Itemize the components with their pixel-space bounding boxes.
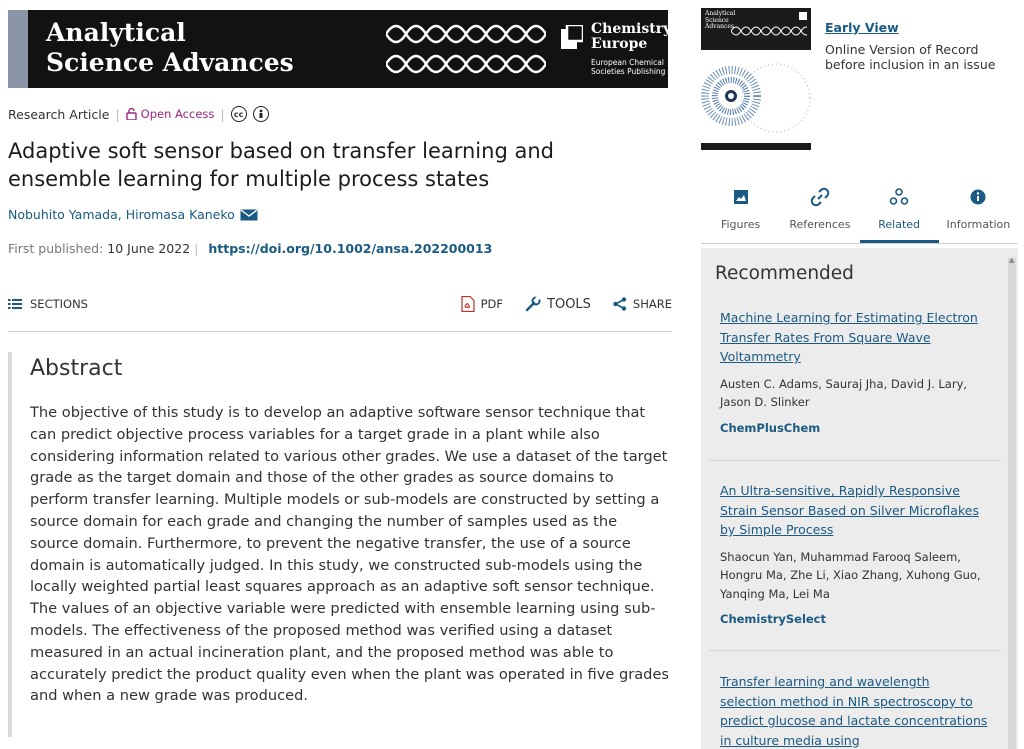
- share-icon: [613, 297, 627, 311]
- cover-publisher-logo-icon: [799, 12, 807, 20]
- tab-figures[interactable]: Figures: [701, 184, 780, 243]
- recommended-item: An Ultra-sensitive, Rapidly Responsive S…: [720, 481, 988, 626]
- open-access-badge[interactable]: Open Access: [125, 107, 215, 121]
- tab-references-label: References: [789, 218, 851, 231]
- link-icon: [810, 184, 830, 210]
- article-type-label: Research Article: [8, 106, 110, 122]
- banner-accent-stripe: [8, 10, 28, 88]
- separator: |: [220, 106, 225, 122]
- chemistry-europe-logo-icon: [561, 25, 583, 49]
- sidebar-tabs: Figures References Related Information: [701, 184, 1018, 244]
- recommended-item: Machine Learning for Estimating Electron…: [720, 308, 988, 435]
- cc-icon[interactable]: cc: [230, 106, 247, 122]
- author-list[interactable]: Nobuhito Yamada, Hiromasa Kaneko: [8, 207, 258, 222]
- recommended-title-link[interactable]: An Ultra-sensitive, Rapidly Responsive S…: [720, 481, 988, 540]
- tab-references[interactable]: References: [780, 184, 859, 243]
- wrench-icon: [525, 296, 541, 312]
- pdf-button[interactable]: PDF: [461, 296, 503, 312]
- article-toolbar: SECTIONS PDF TOOLS SHARE: [8, 293, 672, 315]
- publisher-sub-line2: Societies Publishing: [591, 67, 666, 76]
- published-date: 10 June 2022: [107, 241, 191, 256]
- info-icon: [970, 184, 986, 210]
- unlock-icon: [125, 108, 137, 120]
- share-button[interactable]: SHARE: [613, 297, 672, 311]
- tab-related[interactable]: Related: [859, 184, 939, 243]
- recommended-heading: Recommended: [715, 263, 854, 284]
- tools-button[interactable]: TOOLS: [525, 296, 591, 312]
- tab-information-label: Information: [946, 218, 1011, 231]
- recommended-journal: ChemPlusChem: [720, 420, 821, 435]
- sections-button[interactable]: SECTIONS: [8, 297, 88, 311]
- image-icon: [733, 184, 749, 210]
- publisher-name: Chemistry Europe: [591, 22, 668, 52]
- publication-info: First published: 10 June 2022 | https://…: [8, 241, 492, 256]
- pdf-label: PDF: [480, 297, 504, 311]
- related-icon: [889, 184, 909, 210]
- journal-cover-image[interactable]: Analytical Science Advances: [701, 8, 811, 150]
- share-label: SHARE: [632, 297, 672, 311]
- publisher-subtitle: European Chemical Societies Publishing: [591, 58, 665, 76]
- recommended-journal: ChemistrySelect: [720, 612, 826, 626]
- envelope-icon[interactable]: [240, 208, 258, 221]
- recommended-authors: Austen C. Adams, Sauraj Jha, David J. La…: [720, 376, 968, 410]
- recommended-title-link[interactable]: Machine Learning for Estimating Electron…: [720, 308, 988, 367]
- pdf-file-icon: [461, 296, 475, 312]
- scroll-up-arrow-icon[interactable]: ▲: [1009, 256, 1014, 264]
- journal-banner[interactable]: Analytical Science Advances Chemistry Eu…: [8, 10, 668, 88]
- recommended-title-link[interactable]: Transfer learning and wavelength selecti…: [720, 672, 988, 749]
- tab-information[interactable]: Information: [939, 184, 1018, 243]
- journal-title: Analytical Science Advances: [46, 18, 294, 78]
- article-title: Adaptive soft sensor based on transfer l…: [8, 139, 554, 191]
- abstract-text: The objective of this study is to develo…: [30, 404, 670, 705]
- list-icon: [8, 299, 22, 309]
- scrollbar[interactable]: ▲: [1008, 256, 1016, 749]
- recommended-separator: [709, 460, 1001, 461]
- helix-wave-graphic: [386, 24, 546, 74]
- separator: |: [194, 241, 203, 256]
- tools-label: TOOLS: [547, 296, 591, 312]
- publisher-name-line2: Europe: [591, 36, 648, 52]
- journal-title-line1: Analytical: [46, 18, 186, 47]
- authors-text[interactable]: Nobuhito Yamada, Hiromasa Kaneko: [8, 207, 235, 222]
- abstract-heading: Abstract: [30, 356, 123, 381]
- publisher-name-line1: Chemistry: [591, 21, 668, 37]
- early-view-description: Online Version of Record before inclusio…: [825, 42, 996, 72]
- publisher-sub-line1: European Chemical: [591, 58, 664, 67]
- doi-link[interactable]: https://doi.org/10.1002/ansa.202200013: [208, 241, 492, 256]
- tab-figures-label: Figures: [720, 218, 761, 231]
- article-type-row: Research Article | Open Access | cc: [8, 106, 269, 122]
- recommended-panel: ▲ Recommended Machine Learning for Estim…: [701, 248, 1018, 749]
- recommended-separator: [709, 650, 1001, 651]
- cover-radial-graphic: [701, 63, 811, 133]
- cover-artwork: [701, 50, 811, 143]
- sections-label: SECTIONS: [30, 297, 88, 311]
- open-access-label: Open Access: [140, 107, 215, 121]
- by-icon[interactable]: [252, 106, 269, 122]
- tab-related-label: Related: [878, 218, 921, 231]
- cover-wave-graphic: [731, 26, 807, 36]
- separator: |: [115, 106, 120, 122]
- early-view-link[interactable]: Early View: [825, 20, 899, 35]
- journal-title-line2: Science Advances: [46, 48, 294, 77]
- recommended-item: Transfer learning and wavelength selecti…: [720, 672, 988, 749]
- toolbar-actions: PDF TOOLS SHARE: [461, 296, 672, 312]
- published-label: First published:: [8, 241, 104, 256]
- recommended-authors: Shaocun Yan, Muhammad Farooq Saleem, Hon…: [720, 549, 981, 601]
- abstract-side-bar: [8, 352, 12, 737]
- toolbar-divider: [8, 331, 672, 332]
